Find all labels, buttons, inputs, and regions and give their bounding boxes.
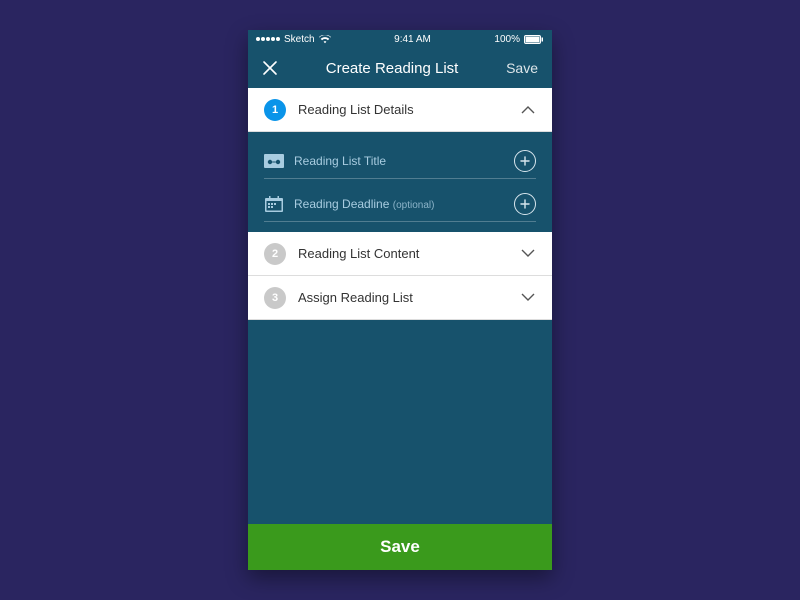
calendar-icon (264, 195, 284, 213)
nav-save-button[interactable]: Save (506, 60, 538, 76)
field-reading-deadline[interactable]: Reading Deadline (optional) (264, 187, 536, 222)
status-right: 100% (494, 34, 544, 45)
section-header-assign[interactable]: 3 Assign Reading List (248, 276, 552, 320)
section-header-details[interactable]: 1 Reading List Details (248, 88, 552, 132)
step-badge-3: 3 (264, 287, 286, 309)
optional-label: (optional) (393, 200, 435, 211)
status-time: 9:41 AM (394, 34, 431, 45)
section-label-assign: Assign Reading List (298, 290, 508, 305)
save-button-label: Save (380, 537, 420, 557)
carrier-label: Sketch (284, 34, 315, 45)
chevron-down-icon (520, 246, 536, 262)
field-reading-list-title[interactable]: Reading List Title (264, 144, 536, 179)
battery-icon (524, 35, 544, 44)
phone-frame: Sketch 9:41 AM 100% Create Reading List … (248, 30, 552, 570)
status-left: Sketch (256, 34, 331, 45)
field-label-title: Reading List Title (294, 154, 504, 168)
battery-label: 100% (494, 34, 520, 45)
glasses-icon (264, 152, 284, 170)
step-badge-1: 1 (264, 99, 286, 121)
page-title: Create Reading List (326, 60, 459, 77)
save-button[interactable]: Save (248, 524, 552, 570)
add-deadline-button[interactable] (514, 193, 536, 215)
section-header-content[interactable]: 2 Reading List Content (248, 232, 552, 276)
wifi-icon (319, 35, 331, 44)
chevron-down-icon (520, 290, 536, 306)
details-panel: Reading List Title Reading Deadline (opt… (248, 132, 552, 232)
section-label-content: Reading List Content (298, 246, 508, 261)
section-label-details: Reading List Details (298, 102, 508, 117)
add-title-button[interactable] (514, 150, 536, 172)
body-fill (248, 320, 552, 524)
signal-dots-icon (256, 37, 280, 41)
step-badge-2: 2 (264, 243, 286, 265)
nav-bar: Create Reading List Save (248, 48, 552, 88)
field-label-deadline: Reading Deadline (optional) (294, 197, 504, 211)
close-icon[interactable] (262, 60, 278, 76)
chevron-up-icon (520, 102, 536, 118)
status-bar: Sketch 9:41 AM 100% (248, 30, 552, 48)
